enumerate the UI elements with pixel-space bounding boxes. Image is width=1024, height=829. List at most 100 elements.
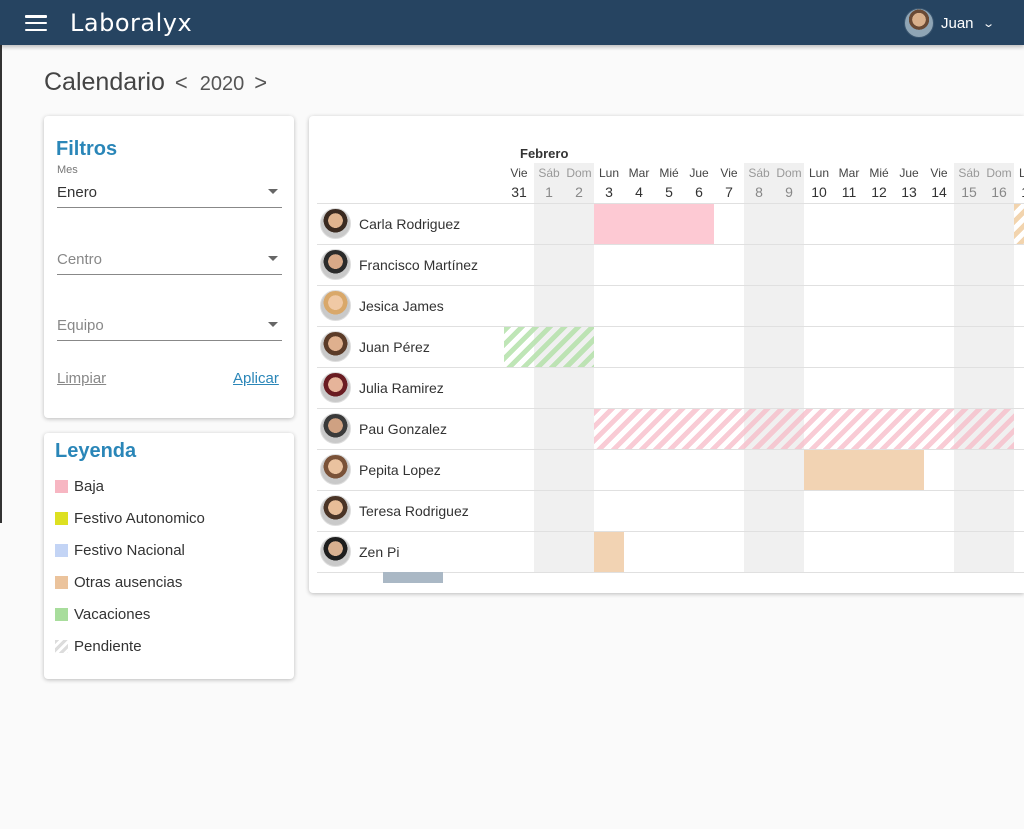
employee-row-label[interactable]: Pepita Lopez (320, 454, 441, 485)
page-header: Calendario < 2020 > (44, 68, 267, 97)
employee-avatar (320, 454, 351, 485)
row-divider (317, 244, 1024, 245)
employee-name: Francisco Martínez (359, 256, 479, 273)
day-number: 6 (695, 184, 703, 200)
chevron-down-icon: ⌄ (981, 17, 995, 30)
clear-filters-link[interactable]: Limpiar (57, 370, 106, 387)
employee-row-label[interactable]: Julia Ramirez (320, 372, 444, 403)
day-number: 15 (961, 184, 977, 200)
top-app-bar: Laboralyx Juan ⌄ (0, 0, 1024, 45)
employee-avatar (320, 331, 351, 362)
row-divider (317, 326, 1024, 327)
row-divider (317, 531, 1024, 532)
legend-label: Baja (74, 478, 105, 495)
employee-row-label[interactable]: Francisco Martínez (320, 249, 478, 280)
equipo-select[interactable]: Equipo (57, 311, 282, 341)
employee-avatar (320, 249, 351, 280)
month-label: Febrero (520, 146, 569, 161)
day-number: 10 (811, 184, 827, 200)
legend-item: Festivo Autonomico (55, 510, 205, 527)
employee-avatar (320, 413, 351, 444)
day-name: Dom (986, 166, 1012, 180)
day-name: Jue (899, 166, 919, 180)
employee-name: Julia Ramirez (359, 379, 444, 396)
absence-bar[interactable] (1014, 204, 1024, 244)
day-name: Dom (776, 166, 802, 180)
month-select[interactable]: Mes Enero (57, 164, 282, 208)
centro-select[interactable]: Centro (57, 245, 282, 275)
day-number: 1 (545, 184, 553, 200)
legend-swatch (55, 512, 68, 525)
equipo-select-placeholder: Equipo (57, 317, 104, 334)
day-number: 14 (931, 184, 947, 200)
legend-swatch (55, 640, 68, 653)
employee-row-label[interactable]: Juan Pérez (320, 331, 430, 362)
day-name: Sáb (748, 166, 770, 180)
legend-swatch (55, 576, 68, 589)
day-number: 31 (511, 184, 527, 200)
employee-name: Carla Rodriguez (359, 215, 461, 232)
month-select-label: Mes (57, 164, 78, 176)
absence-bar[interactable] (594, 204, 714, 244)
dropdown-arrow-icon (268, 189, 278, 194)
legend-label: Vacaciones (74, 606, 151, 623)
row-divider (317, 367, 1024, 368)
day-number: 16 (991, 184, 1007, 200)
absence-bar[interactable] (504, 327, 594, 367)
hamburger-menu-icon[interactable] (25, 15, 47, 32)
employee-row-label[interactable]: Jesica James (320, 290, 444, 321)
employee-name: Jesica James (359, 297, 444, 314)
day-name: Sáb (538, 166, 560, 180)
day-name: Sáb (958, 166, 980, 180)
row-divider (317, 203, 1024, 204)
day-name: Vie (930, 166, 948, 180)
page-title: Calendario (44, 68, 165, 96)
drawer-edge (0, 45, 2, 523)
day-number: 9 (785, 184, 793, 200)
row-divider (317, 285, 1024, 286)
legend-item: Baja (55, 478, 104, 495)
legend-title: Leyenda (55, 440, 137, 462)
employee-row-label[interactable]: Teresa Rodriguez (320, 495, 469, 526)
employee-name: Juan Pérez (359, 338, 430, 355)
horizontal-scrollbar-thumb[interactable] (383, 572, 443, 583)
dropdown-arrow-icon (268, 256, 278, 261)
employee-avatar (320, 495, 351, 526)
next-year-button[interactable]: > (254, 70, 267, 96)
legend-swatch (55, 544, 68, 557)
absence-bar[interactable] (594, 409, 1014, 449)
apply-filters-link[interactable]: Aplicar (233, 370, 279, 387)
employee-name: Pepita Lopez (359, 461, 441, 478)
day-number: 3 (605, 184, 613, 200)
legend-item: Pendiente (55, 638, 142, 655)
day-name: Mar (628, 166, 650, 180)
employee-name: Zen Pi (359, 543, 400, 560)
employee-row-label[interactable]: Carla Rodriguez (320, 208, 460, 239)
employee-row-label[interactable]: Pau Gonzalez (320, 413, 447, 444)
day-name: Jue (689, 166, 709, 180)
employee-avatar (320, 536, 351, 567)
day-number: 5 (665, 184, 673, 200)
day-name: Mar (838, 166, 860, 180)
dropdown-arrow-icon (268, 322, 278, 327)
day-number: 13 (901, 184, 917, 200)
day-name: Mié (869, 166, 889, 180)
month-select-value: Enero (57, 184, 98, 201)
user-menu[interactable]: Juan ⌄ (904, 8, 995, 38)
employee-avatar (320, 290, 351, 321)
previous-year-button[interactable]: < (175, 70, 188, 96)
legend-label: Festivo Nacional (74, 542, 185, 559)
employee-row-label[interactable]: Zen Pi (320, 536, 399, 567)
day-name: Mié (659, 166, 679, 180)
row-divider (317, 408, 1024, 409)
absence-bar[interactable] (804, 450, 924, 490)
legend-panel: Leyenda Baja Festivo Autonomico Festivo Na… (44, 433, 294, 679)
legend-swatch (55, 480, 68, 493)
day-name: Lun (598, 166, 620, 180)
employee-name: Pau Gonzalez (359, 420, 447, 437)
user-avatar (904, 8, 934, 38)
absence-bar[interactable] (594, 532, 624, 572)
filters-title: Filtros (56, 138, 118, 160)
filters-panel: Filtros Mes Enero Centro Equipo Limpiar … (44, 116, 294, 418)
legend-item: Otras ausencias (55, 574, 182, 591)
